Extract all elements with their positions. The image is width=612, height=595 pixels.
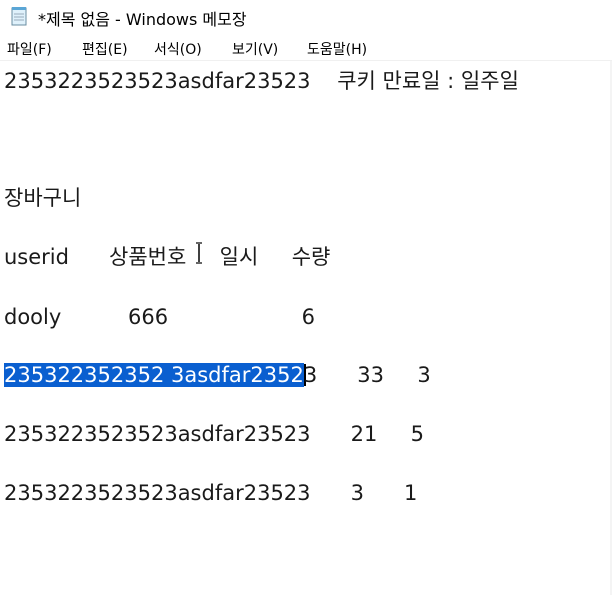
menu-bar: 파일(F) 편집(E) 서식(O) 보기(V) 도움말(H) — [0, 36, 612, 60]
menu-view[interactable]: 보기(V) — [232, 39, 278, 59]
text-editor-area[interactable]: 2353223523523asdfar23523 쿠키 만료일 : 일주일 장바… — [0, 61, 612, 595]
text-line-4: dooly 666 6 — [4, 305, 315, 329]
text-line-5: 235322352352 3asdfar23523 33 3 — [4, 362, 431, 388]
text-line-7: 2353223523523asdfar23523 3 1 — [4, 481, 418, 505]
menu-edit[interactable]: 편집(E) — [82, 39, 128, 59]
title-bar: *제목 없음 - Windows 메모장 — [0, 0, 612, 32]
menu-format[interactable]: 서식(O) — [154, 39, 202, 59]
menu-file[interactable]: 파일(F) — [7, 39, 52, 59]
text-line-6: 2353223523523asdfar23523 21 5 — [4, 422, 425, 446]
notepad-icon — [11, 7, 27, 26]
text-line-3: userid 상품번호 일시 수량 — [4, 245, 331, 269]
ibeam-cursor-icon — [196, 242, 202, 264]
text-line-1: 2353223523523asdfar23523 쿠키 만료일 : 일주일 — [4, 69, 519, 93]
selected-text: 235322352352 3asdfar2352 — [4, 363, 304, 387]
window-title: *제목 없음 - Windows 메모장 — [38, 10, 247, 29]
text-line-2: 장바구니 — [4, 186, 82, 210]
menu-help[interactable]: 도움말(H) — [307, 39, 367, 59]
text-line-5-rest: 3 33 3 — [303, 363, 431, 387]
